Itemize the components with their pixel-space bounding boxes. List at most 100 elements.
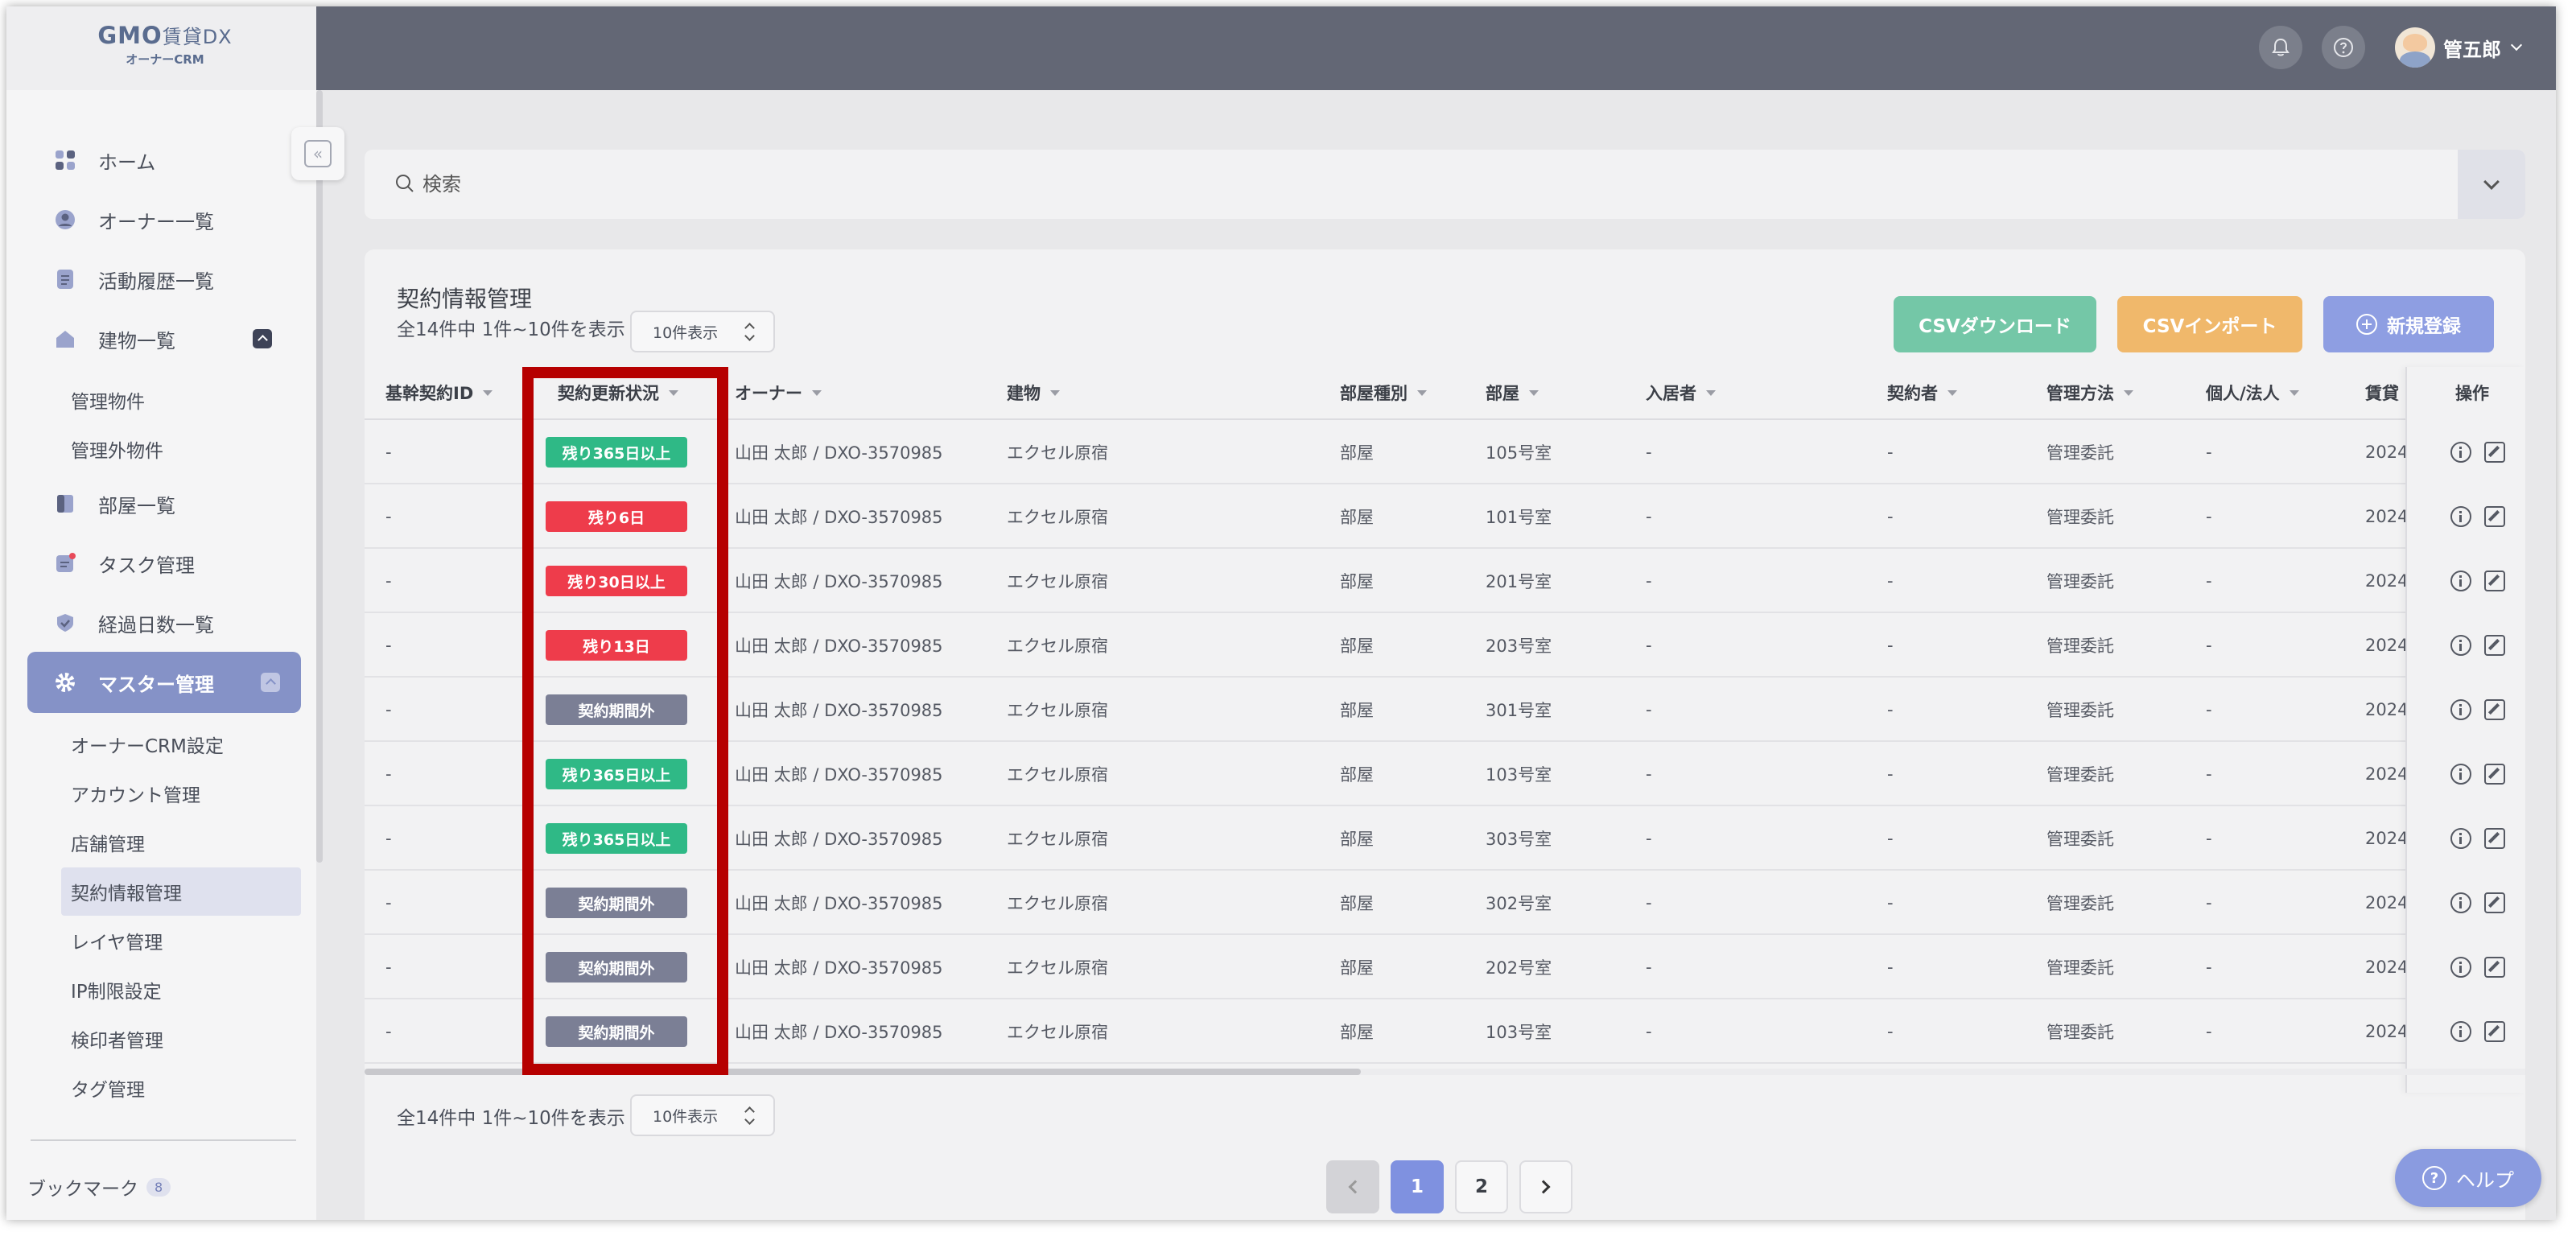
- column-header[interactable]: 契約者: [1887, 367, 1957, 418]
- horizontal-scrollbar-thumb[interactable]: [365, 1069, 1361, 1075]
- edit-icon[interactable]: [2484, 828, 2505, 849]
- edit-icon[interactable]: [2484, 442, 2505, 463]
- page-size-select-bottom[interactable]: 10件表示: [630, 1094, 775, 1136]
- edit-icon[interactable]: [2484, 957, 2505, 978]
- notification-button[interactable]: [2259, 26, 2302, 69]
- column-header[interactable]: 入居者: [1646, 367, 1716, 418]
- cell-base-contract-id-text: -: [385, 507, 392, 526]
- cell-individual-corporate: -: [2206, 678, 2212, 742]
- cell-room-type: 部屋: [1340, 678, 1374, 742]
- chevron-up-icon[interactable]: [261, 673, 280, 692]
- sidebar-item-rooms[interactable]: 部屋一覧: [35, 477, 293, 530]
- cell-base-contract-id-text: -: [385, 1022, 392, 1041]
- sidebar-subitem-unmanaged[interactable]: 管理外物件: [71, 435, 163, 463]
- sidebar-item-master[interactable]: マスター管理: [27, 652, 301, 713]
- info-icon[interactable]: [2450, 957, 2471, 978]
- column-header[interactable]: 管理方法: [2046, 367, 2133, 418]
- info-icon[interactable]: [2450, 506, 2471, 527]
- cell-rent: 2024: [2365, 806, 2408, 871]
- cell-management-method-text: 管理委託: [2046, 894, 2114, 913]
- sidebar-subitem-contracts[interactable]: 契約情報管理: [61, 867, 301, 916]
- double-chevron-left-icon: «: [304, 140, 332, 167]
- new-register-button[interactable]: 新規登録: [2323, 296, 2494, 352]
- cell-owner-text: 山田 太郎 / DXO-3570985: [735, 958, 943, 978]
- info-icon[interactable]: [2450, 571, 2471, 591]
- sidebar-subitem-stores[interactable]: 店舗管理: [71, 829, 145, 856]
- edit-icon[interactable]: [2484, 699, 2505, 720]
- sidebar-subitem-managed[interactable]: 管理物件: [71, 386, 145, 414]
- sidebar-item-home[interactable]: ホーム: [35, 134, 293, 187]
- sidebar-subitem-inspectors[interactable]: 検印者管理: [71, 1025, 163, 1053]
- help-circle-button[interactable]: [2322, 26, 2365, 69]
- sidebar-item-activity[interactable]: 活動履歴一覧: [35, 253, 293, 306]
- sidebar-subitem-ip-restriction[interactable]: IP制限設定: [71, 976, 162, 1003]
- search-expand-button[interactable]: [2458, 150, 2525, 219]
- column-header[interactable]: 賃貸: [2365, 367, 2399, 418]
- search-input[interactable]: [422, 150, 2354, 219]
- collapse-sidebar-button[interactable]: «: [291, 127, 344, 180]
- csv-import-button[interactable]: CSVインポート: [2117, 296, 2302, 352]
- cell-owner: 山田 太郎 / DXO-3570985: [735, 742, 943, 806]
- cell-rent: 2024: [2365, 871, 2408, 935]
- sidebar-subitem-tags[interactable]: タグ管理: [71, 1074, 145, 1102]
- cell-building: エクセル原宿: [1007, 420, 1108, 484]
- chevron-down-icon: [2510, 39, 2523, 51]
- edit-icon[interactable]: [2484, 1021, 2505, 1042]
- column-header[interactable]: 部屋種別: [1340, 367, 1427, 418]
- prev-page-button[interactable]: [1326, 1160, 1379, 1213]
- bookmark-link[interactable]: ブックマーク 8: [27, 1173, 171, 1201]
- edit-icon[interactable]: [2484, 506, 2505, 527]
- page-button-1[interactable]: 1: [1391, 1160, 1444, 1213]
- info-icon[interactable]: [2450, 764, 2471, 785]
- next-page-button[interactable]: [1519, 1160, 1572, 1213]
- sidebar-subitem-owner-crm-settings[interactable]: オーナーCRM設定: [71, 731, 224, 758]
- column-header[interactable]: 建物: [1007, 367, 1060, 418]
- sidebar-item-owners[interactable]: オーナー一覧: [35, 193, 293, 246]
- sidebar-item-elapsed-days[interactable]: 経過日数一覧: [35, 596, 293, 649]
- info-icon[interactable]: [2450, 699, 2471, 720]
- column-header[interactable]: 部屋: [1486, 367, 1539, 418]
- cell-individual-corporate: -: [2206, 420, 2212, 484]
- door-icon: [55, 493, 76, 514]
- cell-contractor-text: -: [1887, 571, 1894, 591]
- cell-management-method: 管理委託: [2046, 999, 2114, 1064]
- help-button[interactable]: ? ヘルプ: [2395, 1149, 2541, 1207]
- info-icon[interactable]: [2450, 635, 2471, 656]
- cell-building: エクセル原宿: [1007, 678, 1108, 742]
- column-header[interactable]: オーナー: [735, 367, 822, 418]
- edit-icon[interactable]: [2484, 635, 2505, 656]
- cell-tenant: -: [1646, 678, 1652, 742]
- info-icon[interactable]: [2450, 1021, 2471, 1042]
- sidebar-subitem-accounts[interactable]: アカウント管理: [71, 780, 200, 807]
- cell-room-type-text: 部屋: [1340, 1023, 1374, 1042]
- sidebar-item-buildings[interactable]: 建物一覧: [35, 312, 293, 365]
- info-icon[interactable]: [2450, 828, 2471, 849]
- edit-icon[interactable]: [2484, 892, 2505, 913]
- sidebar-scrollbar[interactable]: [316, 90, 323, 863]
- edit-icon[interactable]: [2484, 764, 2505, 785]
- user-menu[interactable]: 管五郎: [2395, 27, 2523, 68]
- cell-tenant: -: [1646, 484, 1652, 549]
- cell-room-text: 202号室: [1486, 958, 1552, 978]
- info-icon[interactable]: [2450, 892, 2471, 913]
- column-header[interactable]: 基幹契約ID: [385, 367, 493, 418]
- chevron-up-icon[interactable]: [253, 329, 272, 348]
- page-size-select[interactable]: 10件表示: [630, 311, 775, 352]
- edit-icon[interactable]: [2484, 571, 2505, 591]
- new-register-label: 新規登録: [2387, 316, 2461, 337]
- cell-rent: 2024: [2365, 613, 2408, 678]
- cell-tenant: -: [1646, 935, 1652, 999]
- sort-caret-icon: [2124, 389, 2133, 396]
- sidebar-item-tasks[interactable]: タスク管理: [35, 537, 293, 590]
- sidebar-item-label: オーナー一覧: [98, 210, 214, 233]
- csv-download-button[interactable]: CSVダウンロード: [1894, 296, 2096, 352]
- sidebar-subitem-layers[interactable]: レイヤ管理: [71, 927, 163, 954]
- cell-tenant-text: -: [1646, 636, 1652, 655]
- column-header[interactable]: 個人/法人: [2206, 367, 2299, 418]
- logo-product: 賃貸DX: [162, 26, 233, 48]
- sidebar-item-label: 部屋一覧: [98, 494, 175, 517]
- logo[interactable]: GMO賃貸DX オーナーCRM: [80, 21, 249, 68]
- page-button-2[interactable]: 2: [1455, 1160, 1508, 1213]
- sort-caret-icon: [1417, 389, 1427, 396]
- info-icon[interactable]: [2450, 442, 2471, 463]
